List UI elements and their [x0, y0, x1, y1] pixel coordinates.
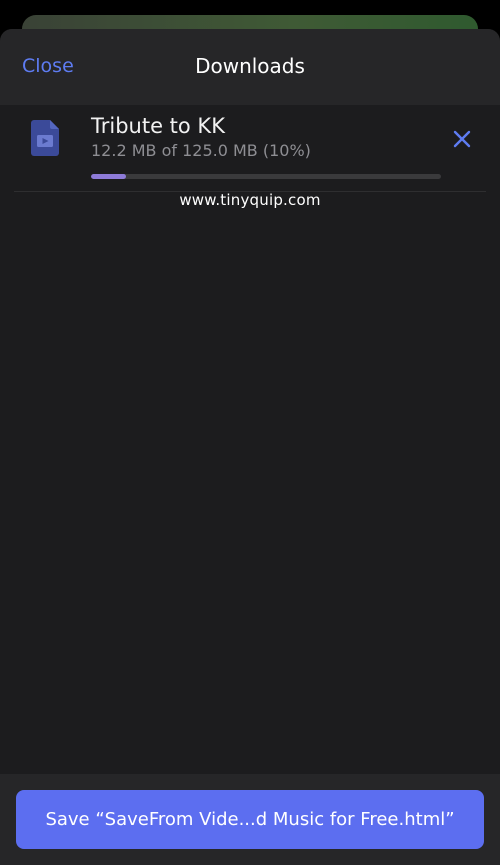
nav-bar: Close Downloads [0, 29, 500, 105]
progress-fill [91, 174, 126, 179]
downloads-sheet: Close Downloads Tribute to KK 12.2 MB of… [0, 29, 500, 865]
save-file-button[interactable]: Save “SaveFrom Vide...d Music for Free.h… [16, 790, 484, 849]
progress-bar [91, 174, 441, 179]
file-name: Tribute to KK [91, 114, 225, 138]
close-icon[interactable] [452, 129, 472, 149]
page-title: Downloads [195, 54, 305, 78]
download-progress-text: 12.2 MB of 125.0 MB (10%) [91, 141, 311, 160]
bottom-bar: Save “SaveFrom Vide...d Music for Free.h… [0, 774, 500, 865]
video-file-icon [31, 120, 59, 156]
screen: Close Downloads Tribute to KK 12.2 MB of… [0, 0, 500, 865]
download-item[interactable]: Tribute to KK 12.2 MB of 125.0 MB (10%) [0, 105, 500, 191]
watermark-text: www.tinyquip.com [179, 191, 321, 209]
